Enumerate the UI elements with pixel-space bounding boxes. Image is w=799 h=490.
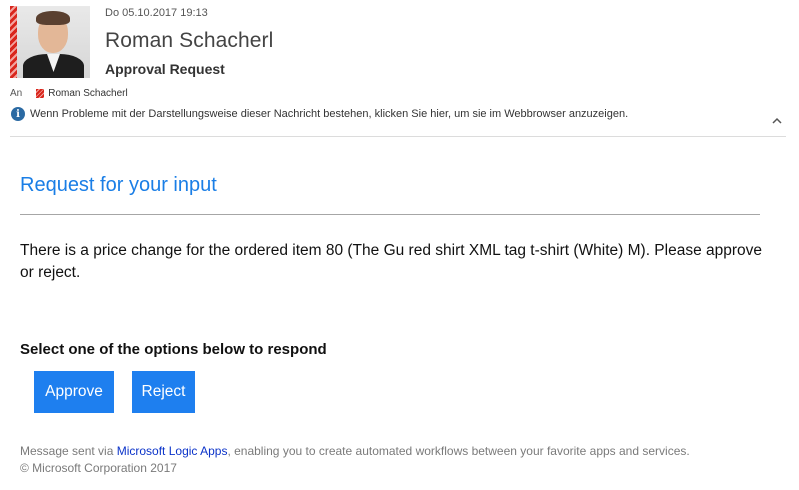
title-divider — [20, 214, 760, 215]
header-divider — [10, 136, 786, 137]
recipient-name[interactable]: Roman Schacherl — [48, 88, 127, 99]
email-footer: Message sent via Microsoft Logic Apps, e… — [20, 443, 790, 477]
logic-apps-link[interactable]: Microsoft Logic Apps — [117, 444, 228, 458]
copyright-text: © Microsoft Corporation 2017 — [20, 461, 177, 475]
recipient-presence-icon — [36, 89, 45, 98]
sent-date: Do 05.10.2017 19:13 — [105, 7, 208, 19]
avatar-photo — [17, 6, 90, 78]
recipient-row: An Roman Schacherl — [10, 88, 128, 99]
presence-indicator — [10, 6, 17, 78]
footer-prefix: Message sent via — [20, 444, 117, 458]
response-prompt: Select one of the options below to respo… — [20, 341, 327, 358]
approve-button[interactable]: Approve — [34, 371, 114, 413]
collapse-header-button[interactable] — [770, 114, 784, 128]
view-in-browser-infobar[interactable]: i Wenn Probleme mit der Darstellungsweis… — [11, 107, 628, 121]
chevron-up-icon — [772, 117, 782, 124]
email-header: Do 05.10.2017 19:13 Roman Schacherl Appr… — [0, 0, 799, 137]
sender-avatar[interactable] — [10, 6, 90, 78]
info-icon: i — [11, 107, 25, 121]
email-subject: Approval Request — [105, 61, 225, 77]
reject-button[interactable]: Reject — [132, 371, 195, 413]
info-text[interactable]: Wenn Probleme mit der Darstellungsweise … — [30, 108, 628, 120]
footer-suffix: , enabling you to create automated workf… — [227, 444, 690, 458]
message-body: There is a price change for the ordered … — [20, 242, 763, 281]
to-label: An — [10, 88, 23, 99]
avatar-hair — [36, 11, 70, 25]
sender-name[interactable]: Roman Schacherl — [105, 29, 273, 53]
message-title: Request for your input — [20, 174, 217, 196]
